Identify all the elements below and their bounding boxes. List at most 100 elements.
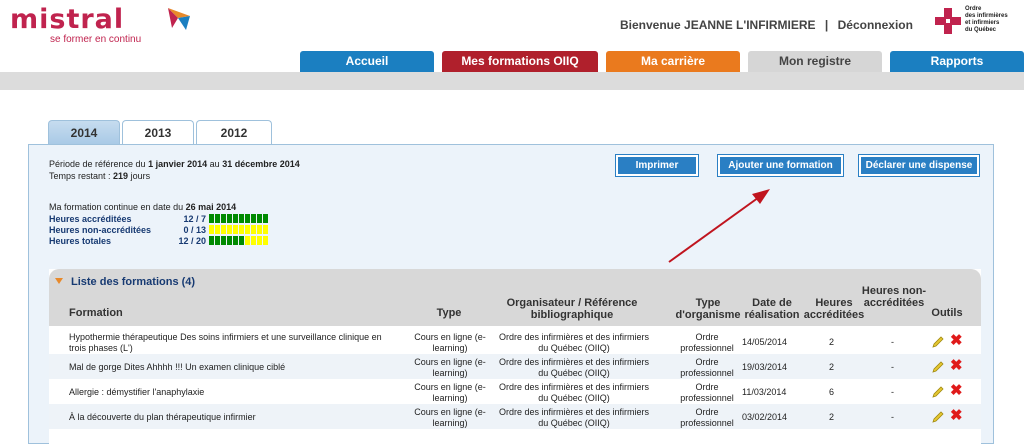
cell-type: Cours en ligne (e-learning)	[414, 332, 486, 353]
cell-formation: Hypothermie thérapeutique Des soins infi…	[69, 332, 382, 353]
cell-type-organisme: Ordre professionnel	[680, 332, 734, 353]
progress-segment	[221, 225, 226, 234]
cross-logo-icon	[935, 8, 961, 34]
tab-year-2013[interactable]: 2013	[122, 120, 194, 145]
training-list: Liste des formations (4) Formation Type …	[49, 269, 981, 445]
progress-segment	[245, 236, 250, 245]
caret-down-icon[interactable]	[55, 278, 63, 284]
col-outils: Outils	[931, 307, 963, 319]
progress-segment	[257, 214, 262, 223]
close-icon[interactable]: ✖	[950, 333, 963, 348]
tab-year-2014[interactable]: 2014	[48, 120, 120, 145]
progress-bar	[209, 214, 269, 223]
cell-organisateur: Ordre des infirmières et des infirmiers …	[498, 407, 650, 428]
progress-segment	[227, 214, 232, 223]
cell-formation: À la découverte du plan thérapeutique in…	[69, 412, 256, 422]
pencil-icon[interactable]	[931, 410, 945, 424]
period-start: 1 janvier 2014	[148, 159, 208, 169]
page: mistral se former en continu Bienvenue J…	[0, 0, 1024, 445]
reference-period: Période de référence du 1 janvier 2014 a…	[49, 159, 300, 181]
cell-date: 19/03/2014	[742, 362, 788, 372]
progress-segment	[245, 225, 250, 234]
cell-heures-non-accreditees: -	[891, 387, 894, 397]
progress-segment	[215, 225, 220, 234]
col-organisateur: Organisateur / Référence bibliographique	[506, 297, 638, 321]
nav-band	[0, 72, 1024, 90]
tab-rapports[interactable]: Rapports	[890, 51, 1024, 72]
progress-segment	[263, 236, 268, 245]
cell-organisateur: Ordre des infirmières et des infirmiers …	[498, 357, 650, 378]
tab-accueil[interactable]: Accueil	[300, 51, 434, 72]
progress-segment	[209, 225, 214, 234]
cell-type: Cours en ligne (e-learning)	[414, 407, 486, 428]
progress-segment	[215, 236, 220, 245]
table-row[interactable]: Mal de gorge Dites Ahhhh !!! Un examen c…	[49, 354, 981, 379]
col-heures-non-accreditees: Heures non-accréditées	[861, 285, 927, 309]
pencil-icon[interactable]	[931, 385, 945, 399]
progress-bar	[209, 225, 269, 234]
cell-heures-non-accreditees: -	[891, 337, 894, 347]
pencil-icon[interactable]	[931, 335, 945, 349]
cell-type: Cours en ligne (e-learning)	[414, 357, 486, 378]
col-formation: Formation	[69, 307, 123, 319]
progress-segment	[233, 225, 238, 234]
cell-heures-accreditees: 2	[829, 412, 835, 422]
close-icon[interactable]: ✖	[950, 383, 963, 398]
add-training-button[interactable]: Ajouter une formation	[717, 154, 844, 177]
logo-tagline: se former en continu	[50, 34, 142, 45]
col-type: Type	[436, 307, 462, 319]
progress-segment	[245, 214, 250, 223]
progress-segment	[233, 214, 238, 223]
cell-type-organisme: Ordre professionnel	[680, 357, 734, 378]
cell-date: 03/02/2014	[742, 412, 788, 422]
pencil-icon[interactable]	[931, 360, 945, 374]
cell-heures-accreditees: 6	[829, 387, 835, 397]
training-status-date: Ma formation continue en date du 26 mai …	[49, 202, 237, 212]
table-row[interactable]: Allergie : démystifier l'anaphylaxie Cou…	[49, 379, 981, 404]
table-row[interactable]: À la découverte du plan thérapeutique in…	[49, 404, 981, 429]
progress-segment	[257, 236, 262, 245]
registry-panel: Période de référence du 1 janvier 2014 a…	[28, 144, 994, 445]
progress-segment	[257, 225, 262, 234]
tab-mes-formations[interactable]: Mes formations OIIQ	[442, 51, 598, 72]
print-button[interactable]: Imprimer	[615, 154, 699, 177]
cell-organisateur: Ordre des infirmières et des infirmiers …	[498, 382, 650, 403]
cell-heures-accreditees: 2	[829, 362, 835, 372]
close-icon[interactable]: ✖	[950, 358, 963, 373]
progress-segment	[233, 236, 238, 245]
tab-year-2012[interactable]: 2012	[196, 120, 272, 145]
progress-segment	[251, 214, 256, 223]
progress-segment	[251, 225, 256, 234]
mistral-logo[interactable]: mistral se former en continu	[10, 4, 190, 46]
progress-segment	[239, 214, 244, 223]
oiiq-logo: Ordre des infirmières et infirmiers du Q…	[935, 6, 1021, 38]
cell-heures-non-accreditees: -	[891, 412, 894, 422]
progress-segment	[263, 214, 268, 223]
tab-mon-registre[interactable]: Mon registre	[748, 51, 882, 72]
cell-heures-accreditees: 2	[829, 337, 835, 347]
cell-organisateur: Ordre des infirmières et des infirmiers …	[498, 332, 650, 353]
oiiq-logo-text: Ordre des infirmières et infirmiers du Q…	[965, 6, 1008, 33]
cell-date: 14/05/2014	[742, 337, 788, 347]
progress-segment	[263, 225, 268, 234]
progress-segment	[251, 236, 256, 245]
cell-formation: Allergie : démystifier l'anaphylaxie	[69, 387, 205, 397]
close-icon[interactable]: ✖	[950, 408, 963, 423]
separator: |	[824, 18, 829, 32]
cell-heures-non-accreditees: -	[891, 362, 894, 372]
progress-segment	[209, 236, 214, 245]
progress-segment	[227, 225, 232, 234]
progress-segment	[239, 225, 244, 234]
cell-type-organisme: Ordre professionnel	[680, 407, 734, 428]
tab-ma-carriere[interactable]: Ma carrière	[606, 51, 740, 72]
training-list-header: Liste des formations (4) Formation Type …	[49, 269, 981, 326]
table-row[interactable]: Hypothermie thérapeutique Des soins infi…	[49, 329, 981, 354]
training-list-title[interactable]: Liste des formations (4)	[71, 276, 195, 288]
declare-exemption-button[interactable]: Déclarer une dispense	[858, 154, 980, 177]
col-heures-accreditees: Heures accréditées	[803, 297, 865, 321]
logout-link[interactable]: Déconnexion	[838, 18, 913, 32]
progress-segment	[209, 214, 214, 223]
welcome-text: Bienvenue JEANNE L'INFIRMIERE	[620, 18, 816, 32]
cell-type-organisme: Ordre professionnel	[680, 382, 734, 403]
col-type-organisme: Type d'organisme	[675, 297, 741, 321]
